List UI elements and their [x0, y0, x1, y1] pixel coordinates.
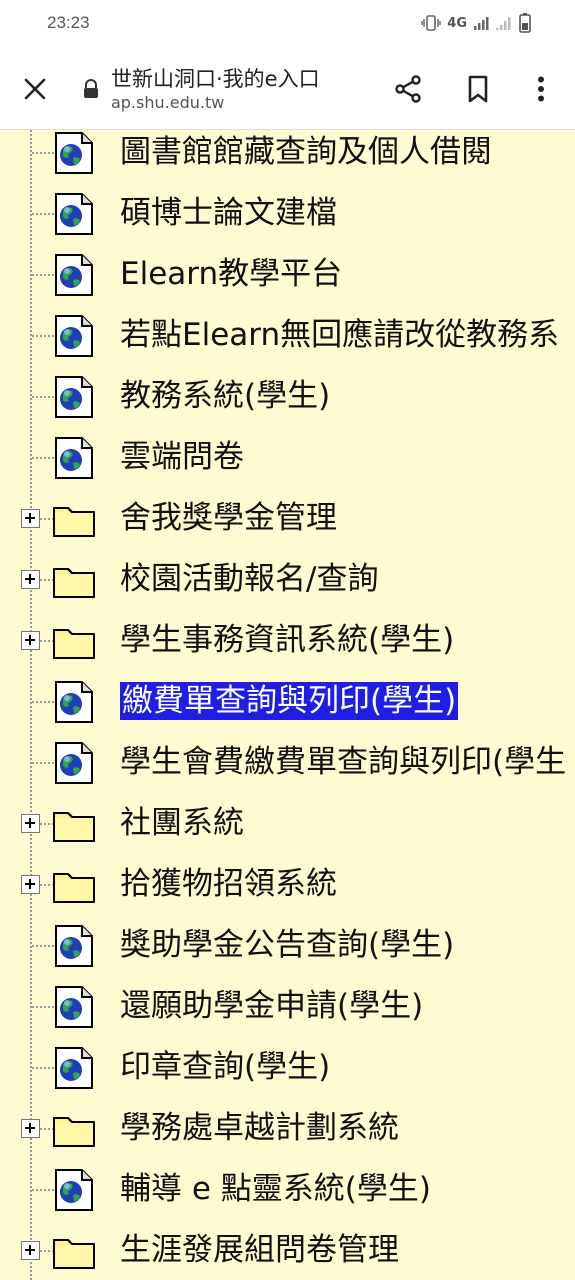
- close-icon: [24, 78, 46, 100]
- tree-folder-item[interactable]: 生涯發展組問卷管理: [0, 1228, 575, 1280]
- menu-tree: 圖書館館藏查詢及個人借閱 碩博士論文建檔 Elearn教學平台 若點Elearn…: [0, 130, 575, 1280]
- expand-toggle-icon[interactable]: [21, 1241, 40, 1260]
- folder-icon: [52, 1230, 98, 1272]
- tree-link-item[interactable]: 繳費單查詢與列印(學生): [0, 679, 575, 740]
- tree-connector: [32, 1189, 54, 1191]
- folder-icon: [52, 1108, 98, 1150]
- more-vert-icon: [538, 76, 544, 102]
- tree-connector: [32, 701, 54, 703]
- network-type: 4G: [447, 15, 467, 31]
- tree-folder-item[interactable]: 學務處卓越計劃系統: [0, 1106, 575, 1167]
- tree-connector: [32, 274, 54, 276]
- browser-toolbar: 世新山洞口·我的e入口 ap.shu.edu.tw: [0, 48, 575, 130]
- tree-item-label[interactable]: Elearn教學平台: [120, 254, 342, 294]
- folder-icon: [52, 864, 98, 906]
- tree-item-label[interactable]: 生涯發展組問卷管理: [120, 1230, 399, 1270]
- tree-link-item[interactable]: Elearn教學平台: [0, 252, 575, 313]
- tree-item-label[interactable]: 還願助學金申請(學生): [120, 986, 423, 1026]
- page-title: 世新山洞口·我的e入口: [111, 67, 320, 91]
- folder-icon: [52, 803, 98, 845]
- tree-link-item[interactable]: 印章查詢(學生): [0, 1045, 575, 1106]
- tree-connector: [32, 762, 54, 764]
- close-button[interactable]: [18, 72, 52, 106]
- tree-item-label[interactable]: 繳費單查詢與列印(學生): [120, 682, 459, 720]
- web-page-icon: [52, 315, 98, 357]
- tree-link-item[interactable]: 還願助學金申請(學生): [0, 984, 575, 1045]
- tree-connector: [32, 1067, 54, 1069]
- tree-item-label[interactable]: 舍我獎學金管理: [120, 498, 337, 538]
- tree-folder-item[interactable]: 拾獲物招領系統: [0, 862, 575, 923]
- web-page-icon: [52, 376, 98, 418]
- web-page-icon: [52, 132, 98, 174]
- web-page-icon: [52, 437, 98, 479]
- expand-toggle-icon[interactable]: [21, 631, 40, 650]
- web-page-icon: [52, 1047, 98, 1089]
- expand-toggle-icon[interactable]: [21, 509, 40, 528]
- tree-folder-item[interactable]: 社團系統: [0, 801, 575, 862]
- signal-icon: [473, 15, 489, 31]
- status-time: 23:23: [47, 13, 90, 32]
- bookmark-icon: [468, 75, 488, 103]
- tree-item-label[interactable]: 圖書館館藏查詢及個人借閱: [120, 132, 492, 172]
- more-menu-button[interactable]: [524, 72, 558, 106]
- expand-toggle-icon[interactable]: [21, 875, 40, 894]
- status-icons: 4G: [421, 12, 531, 34]
- web-page-icon: [52, 986, 98, 1028]
- web-page-icon: [52, 742, 98, 784]
- tree-item-label[interactable]: 學務處卓越計劃系統: [120, 1108, 399, 1148]
- tree-connector: [32, 152, 54, 154]
- status-bar: 23:23 4G: [0, 0, 575, 48]
- vibrate-icon: [421, 15, 441, 31]
- battery-icon: [519, 13, 531, 33]
- tree-connector: [32, 396, 54, 398]
- web-page-icon: [52, 925, 98, 967]
- tree-link-item[interactable]: 教務系統(學生): [0, 374, 575, 435]
- tree-connector: [32, 945, 54, 947]
- web-page-icon: [52, 1169, 98, 1211]
- tree-item-label[interactable]: 社團系統: [120, 803, 244, 843]
- signal-weak-icon: [495, 15, 513, 31]
- tree-folder-item[interactable]: 校園活動報名/查詢: [0, 557, 575, 618]
- share-icon: [395, 75, 421, 103]
- tree-item-label[interactable]: 教務系統(學生): [120, 376, 330, 416]
- tree-item-label[interactable]: 輔導 e 點靈系統(學生): [120, 1169, 431, 1209]
- tree-connector: [32, 457, 54, 459]
- tree-item-label[interactable]: 印章查詢(學生): [120, 1047, 330, 1087]
- tree-folder-item[interactable]: 學生事務資訊系統(學生): [0, 618, 575, 679]
- bookmark-button[interactable]: [461, 72, 495, 106]
- tree-connector: [32, 335, 54, 337]
- tree-item-label[interactable]: 校園活動報名/查詢: [120, 559, 378, 599]
- tree-link-item[interactable]: 雲端問卷: [0, 435, 575, 496]
- tree-item-label[interactable]: 學生事務資訊系統(學生): [120, 620, 454, 660]
- tree-item-label[interactable]: 學生會費繳費單查詢與列印(學生: [120, 742, 566, 782]
- tree-link-item[interactable]: 輔導 e 點靈系統(學生): [0, 1167, 575, 1228]
- lock-icon: [82, 79, 100, 103]
- page-url[interactable]: ap.shu.edu.tw: [111, 93, 224, 112]
- expand-toggle-icon[interactable]: [21, 814, 40, 833]
- tree-item-label[interactable]: 若點Elearn無回應請改從教務系: [120, 315, 559, 355]
- share-button[interactable]: [391, 72, 425, 106]
- folder-icon: [52, 620, 98, 662]
- tree-connector: [32, 1006, 54, 1008]
- folder-icon: [52, 559, 98, 601]
- web-page-icon: [52, 254, 98, 296]
- tree-connector: [32, 213, 54, 215]
- web-page-icon: [52, 681, 98, 723]
- web-page-icon: [52, 193, 98, 235]
- tree-link-item[interactable]: 碩博士論文建檔: [0, 191, 575, 252]
- expand-toggle-icon[interactable]: [21, 570, 40, 589]
- tree-item-label[interactable]: 獎助學金公告查詢(學生): [120, 925, 454, 965]
- tree-link-item[interactable]: 若點Elearn無回應請改從教務系: [0, 313, 575, 374]
- folder-icon: [52, 498, 98, 540]
- tree-item-label[interactable]: 碩博士論文建檔: [120, 193, 337, 233]
- tree-link-item[interactable]: 圖書館館藏查詢及個人借閱: [0, 130, 575, 191]
- tree-item-label[interactable]: 拾獲物招領系統: [120, 864, 337, 904]
- tree-folder-item[interactable]: 舍我獎學金管理: [0, 496, 575, 557]
- tree-item-label[interactable]: 雲端問卷: [120, 437, 244, 477]
- tree-link-item[interactable]: 學生會費繳費單查詢與列印(學生: [0, 740, 575, 801]
- expand-toggle-icon[interactable]: [21, 1119, 40, 1138]
- tree-link-item[interactable]: 獎助學金公告查詢(學生): [0, 923, 575, 984]
